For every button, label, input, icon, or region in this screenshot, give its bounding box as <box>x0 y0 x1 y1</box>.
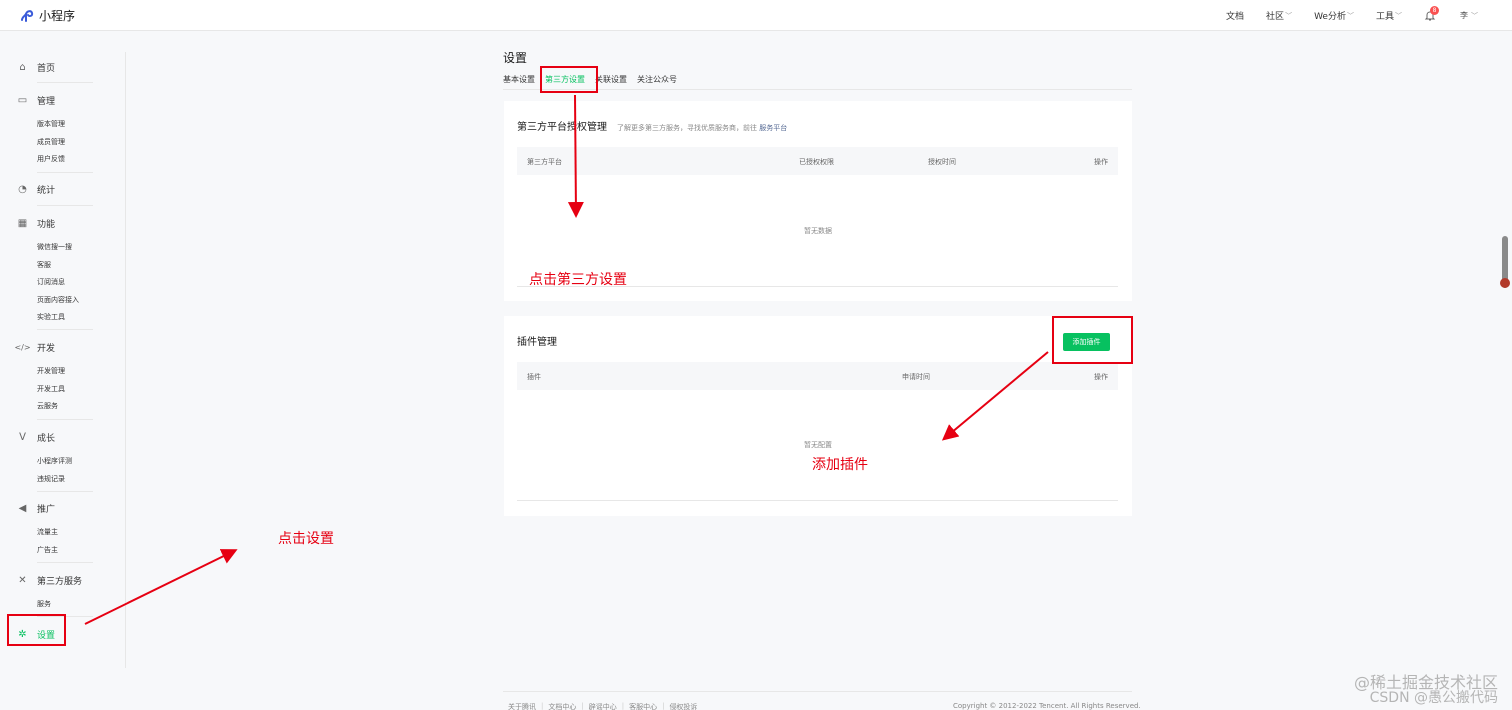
annotation-click-settings: 点击设置 <box>278 531 334 547</box>
annotation-add-plugin: 添加插件 <box>812 457 868 473</box>
arrow-to-add-plugin <box>941 351 1049 441</box>
arrow-to-settings <box>84 549 238 625</box>
annotation-arrows <box>84 94 1049 625</box>
annotation-click-third-party: 点击第三方设置 <box>529 272 627 288</box>
arrow-to-third-party-tab <box>567 94 584 218</box>
watermark-csdn: CSDN @愚公搬代码 <box>1369 690 1498 706</box>
